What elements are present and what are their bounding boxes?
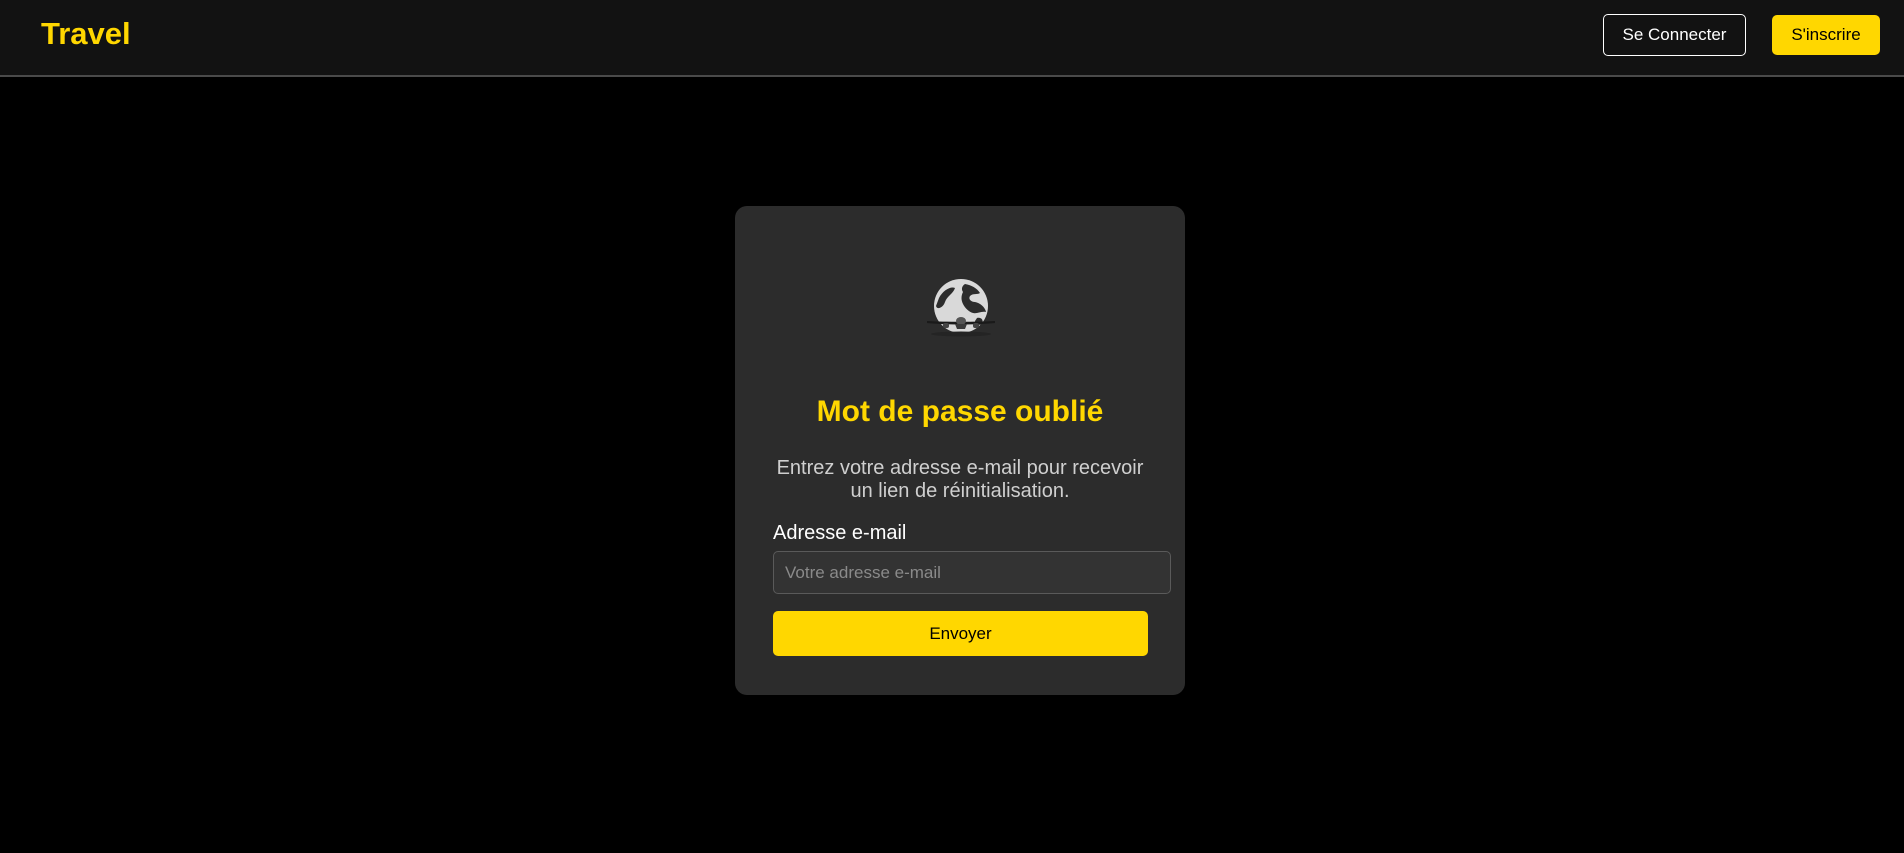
page-subtitle: Entrez votre adresse e-mail pour recevoi… bbox=[776, 457, 1144, 502]
email-label: Adresse e-mail bbox=[773, 522, 907, 544]
login-button[interactable]: Se Connecter bbox=[1603, 14, 1746, 56]
navbar: Travel Se Connecter S'inscrire bbox=[0, 0, 1904, 77]
page-title: Mot de passe oublié bbox=[816, 395, 1104, 428]
send-button[interactable]: Envoyer bbox=[773, 611, 1148, 656]
email-input[interactable] bbox=[773, 551, 1171, 594]
globe-airplane-icon bbox=[925, 276, 997, 340]
forgot-password-card: Mot de passe oublié Entrez votre adresse… bbox=[735, 206, 1185, 695]
brand-logo-link[interactable]: Travel bbox=[41, 16, 131, 52]
signup-button[interactable]: S'inscrire bbox=[1772, 15, 1880, 55]
